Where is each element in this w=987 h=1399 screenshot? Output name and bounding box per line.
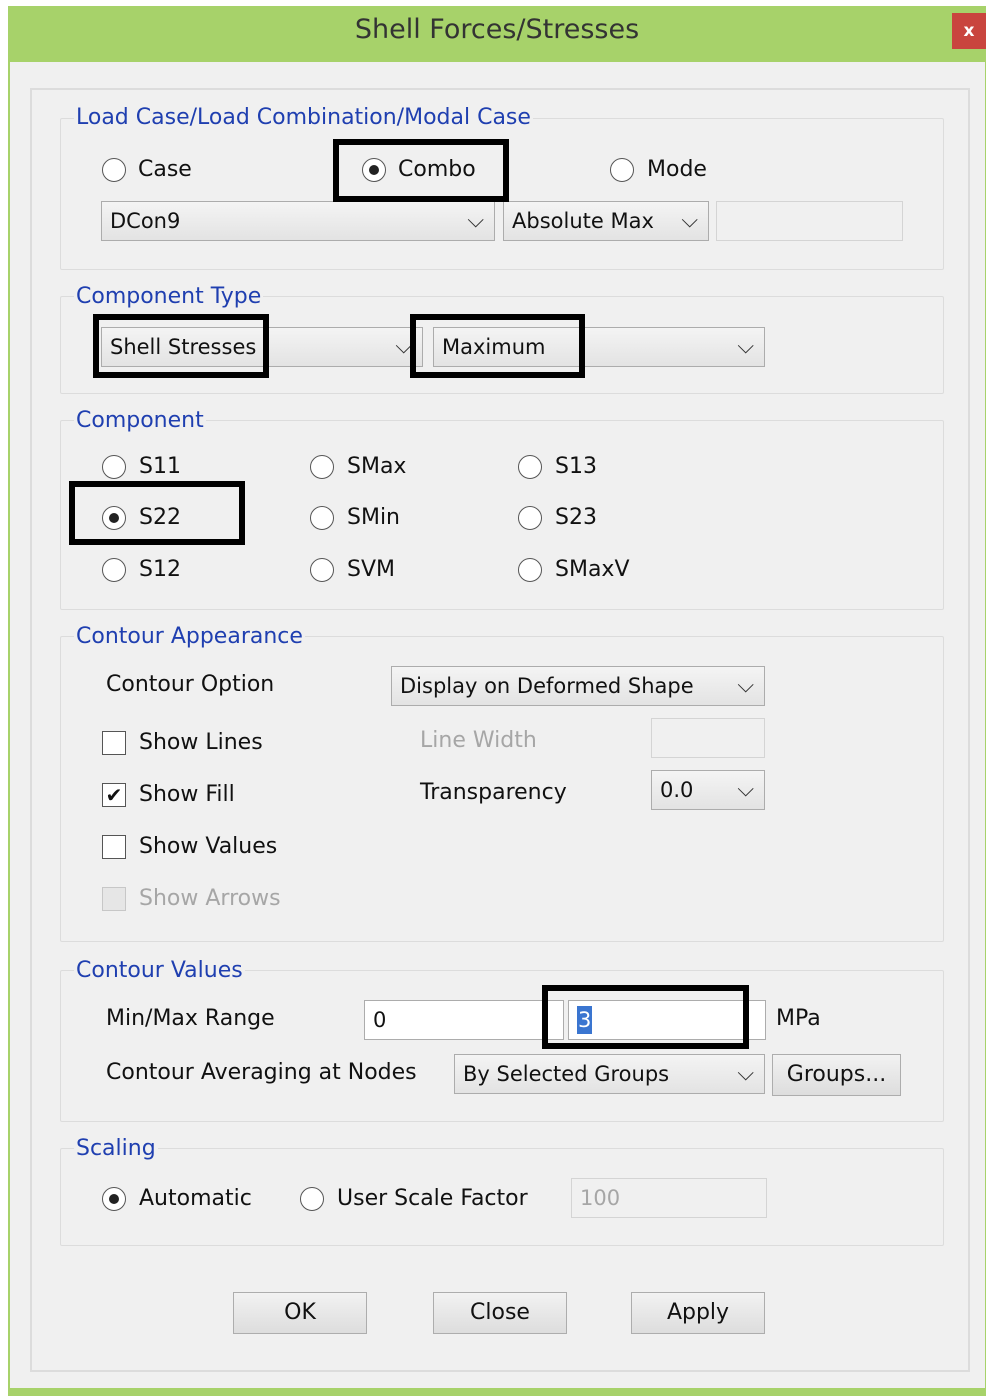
extra-field xyxy=(716,201,903,241)
combo-select-value: DCon9 xyxy=(110,209,181,233)
maximum-highlight-box xyxy=(410,314,585,378)
transparency-label: Transparency xyxy=(420,780,567,805)
smin-label[interactable]: SMin xyxy=(347,504,400,532)
mode-radio[interactable] xyxy=(610,158,634,182)
chevron-down-icon: ⌵ xyxy=(681,208,698,233)
svm-radio[interactable] xyxy=(310,558,334,582)
automatic-radio[interactable] xyxy=(102,1187,126,1211)
user-scale-radio[interactable] xyxy=(300,1187,324,1211)
chevron-down-icon: ⌵ xyxy=(737,334,754,359)
close-button[interactable]: Close xyxy=(433,1292,567,1334)
smax-radio[interactable] xyxy=(310,455,334,479)
smax-label[interactable]: SMax xyxy=(347,453,406,481)
show-values-label[interactable]: Show Values xyxy=(139,833,277,861)
envelope-select-value: Absolute Max xyxy=(512,209,654,233)
show-arrows-label: Show Arrows xyxy=(139,886,281,911)
user-scale-label[interactable]: User Scale Factor xyxy=(337,1185,528,1213)
scale-factor-value: 100 xyxy=(580,1186,621,1210)
s23-label[interactable]: S23 xyxy=(555,504,597,532)
chevron-down-icon: ⌵ xyxy=(737,1061,754,1086)
smin-radio[interactable] xyxy=(310,506,334,530)
show-fill-label[interactable]: Show Fill xyxy=(139,781,235,809)
load-case-legend: Load Case/Load Combination/Modal Case xyxy=(74,104,533,132)
smaxv-radio[interactable] xyxy=(518,558,542,582)
s12-radio[interactable] xyxy=(102,558,126,582)
min-range-input[interactable]: 0 xyxy=(364,1000,564,1040)
show-lines-checkbox[interactable] xyxy=(102,731,126,755)
line-width-label: Line Width xyxy=(420,728,537,753)
s11-radio[interactable] xyxy=(102,455,126,479)
averaging-value: By Selected Groups xyxy=(463,1062,670,1086)
contour-option-label: Contour Option xyxy=(106,672,275,697)
apply-button[interactable]: Apply xyxy=(631,1292,765,1334)
svm-label[interactable]: SVM xyxy=(347,556,395,584)
s11-label[interactable]: S11 xyxy=(139,453,181,481)
line-width-field xyxy=(651,718,765,758)
envelope-select[interactable]: Absolute Max ⌵ xyxy=(503,201,709,241)
smaxv-label[interactable]: SMaxV xyxy=(555,556,630,584)
averaging-select[interactable]: By Selected Groups ⌵ xyxy=(454,1054,765,1094)
scaling-legend: Scaling xyxy=(74,1135,158,1163)
transparency-value: 0.0 xyxy=(660,778,694,802)
scale-factor-field: 100 xyxy=(571,1178,767,1218)
min-max-range-label: Min/Max Range xyxy=(106,1006,275,1031)
max-range-highlight-box xyxy=(542,985,749,1049)
show-lines-label[interactable]: Show Lines xyxy=(139,729,263,757)
transparency-select[interactable]: 0.0 ⌵ xyxy=(651,770,765,810)
automatic-label[interactable]: Automatic xyxy=(139,1185,252,1213)
show-arrows-checkbox xyxy=(102,887,126,911)
contour-option-select[interactable]: Display on Deformed Shape ⌵ xyxy=(391,666,765,706)
shell-stresses-highlight-box xyxy=(93,314,269,378)
checkmark-icon: ✔ xyxy=(105,783,123,807)
radio-selected-dot xyxy=(109,1194,119,1204)
s13-label[interactable]: S13 xyxy=(555,453,597,481)
contour-option-value: Display on Deformed Shape xyxy=(400,674,694,698)
range-unit: MPa xyxy=(776,1006,821,1031)
averaging-label: Contour Averaging at Nodes xyxy=(106,1060,417,1085)
min-range-value: 0 xyxy=(373,1008,387,1032)
close-icon[interactable]: x xyxy=(952,13,986,49)
component-type-legend: Component Type xyxy=(74,283,264,311)
show-fill-checkbox[interactable]: ✔ xyxy=(102,783,126,807)
groups-button[interactable]: Groups... xyxy=(772,1054,901,1096)
component-legend: Component xyxy=(74,407,206,435)
s12-label[interactable]: S12 xyxy=(139,556,181,584)
combo-highlight-box xyxy=(333,139,509,202)
case-radio[interactable] xyxy=(102,158,126,182)
contour-values-group xyxy=(60,970,944,1122)
ok-button[interactable]: OK xyxy=(233,1292,367,1334)
case-radio-label[interactable]: Case xyxy=(138,156,192,184)
window-title: Shell Forces/Stresses xyxy=(354,14,640,45)
chevron-down-icon: ⌵ xyxy=(737,673,754,698)
mode-radio-label[interactable]: Mode xyxy=(647,156,707,184)
s13-radio[interactable] xyxy=(518,455,542,479)
s23-radio[interactable] xyxy=(518,506,542,530)
chevron-down-icon: ⌵ xyxy=(467,208,484,233)
combo-select[interactable]: DCon9 ⌵ xyxy=(101,201,495,241)
s22-highlight-box xyxy=(69,481,245,545)
contour-values-legend: Contour Values xyxy=(74,957,245,985)
contour-appearance-legend: Contour Appearance xyxy=(74,623,305,651)
show-values-checkbox[interactable] xyxy=(102,835,126,859)
chevron-down-icon: ⌵ xyxy=(737,777,754,802)
